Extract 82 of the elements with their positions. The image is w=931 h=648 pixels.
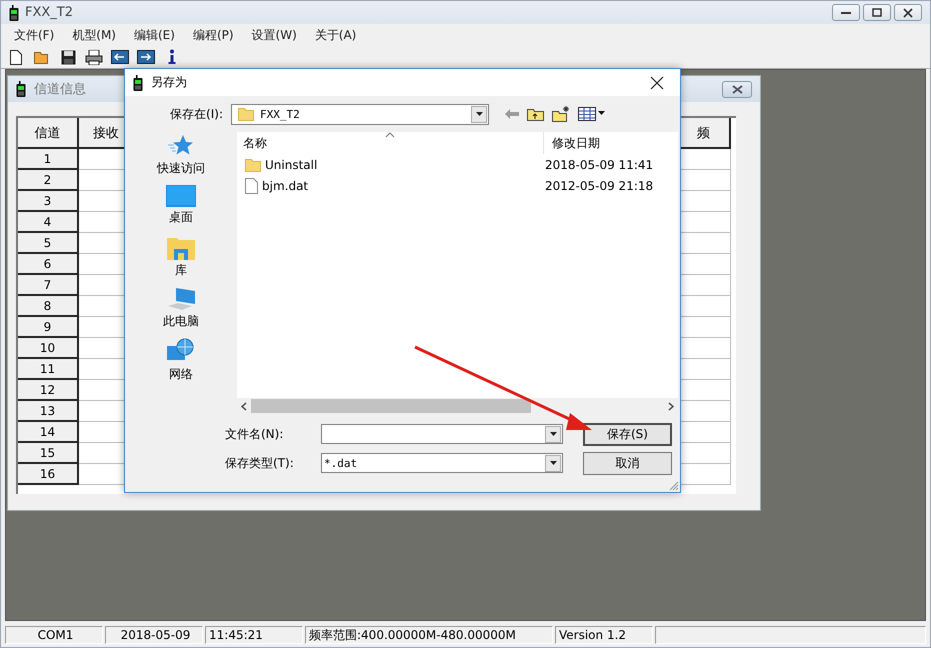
save-button[interactable]: 保存(S) bbox=[583, 422, 672, 446]
sort-caret-icon bbox=[385, 132, 395, 138]
caret-icon bbox=[550, 432, 556, 436]
library-icon bbox=[167, 236, 195, 260]
app-icon bbox=[9, 4, 19, 20]
close-button[interactable] bbox=[894, 4, 922, 21]
row-header: 8 bbox=[18, 296, 79, 317]
up-folder-icon[interactable] bbox=[527, 107, 544, 121]
close-icon bbox=[903, 8, 913, 18]
maximize-button[interactable] bbox=[863, 4, 891, 21]
file-name: Uninstall bbox=[265, 158, 318, 172]
desktop-icon bbox=[166, 185, 196, 207]
close-icon bbox=[732, 84, 742, 94]
status-pane: 频率范围:400.00000M-480.00000M bbox=[305, 626, 553, 644]
radio-icon bbox=[16, 81, 26, 97]
row-header: 3 bbox=[18, 191, 79, 212]
maximize-icon bbox=[872, 8, 882, 17]
dialog-title: 另存为 bbox=[151, 74, 187, 91]
print-icon[interactable] bbox=[85, 48, 103, 66]
place-item[interactable]: 此电脑 bbox=[163, 287, 199, 334]
row-header: 10 bbox=[18, 338, 79, 359]
read-icon[interactable] bbox=[111, 48, 129, 66]
file-row[interactable]: bjm.dat 2012-05-09 21:18 bbox=[237, 175, 678, 196]
write-icon[interactable] bbox=[137, 48, 155, 66]
file-name: bjm.dat bbox=[262, 178, 308, 192]
menu-item[interactable]: 编程(P) bbox=[184, 24, 243, 46]
scroll-left-icon[interactable] bbox=[241, 402, 247, 410]
status-pane: Version 1.2 bbox=[555, 626, 653, 644]
minimize-button[interactable] bbox=[832, 4, 860, 21]
row-header: 5 bbox=[18, 233, 79, 254]
scroll-right-icon[interactable] bbox=[668, 402, 674, 410]
menu-item[interactable]: 编辑(E) bbox=[124, 24, 184, 46]
menu-item[interactable]: 设置(W) bbox=[242, 24, 306, 46]
column-header[interactable]: 修改日期 bbox=[543, 132, 667, 154]
menu-item[interactable]: 关于(A) bbox=[306, 24, 366, 46]
status-pane: 2018-05-09 bbox=[105, 626, 203, 644]
new-document-icon[interactable] bbox=[7, 48, 25, 66]
menu-item[interactable]: 文件(F) bbox=[5, 24, 64, 46]
column-header[interactable]: 名称 bbox=[237, 134, 543, 152]
file-row[interactable]: Uninstall 2018-05-09 11:41 bbox=[237, 154, 678, 175]
close-button[interactable] bbox=[722, 80, 752, 98]
field-label: 保存类型(T): bbox=[225, 454, 295, 472]
status-pane: 11:45:21 bbox=[205, 626, 303, 644]
menu-item[interactable]: 机型(M) bbox=[63, 24, 125, 46]
row-header: 9 bbox=[18, 317, 79, 338]
row-header: 15 bbox=[18, 443, 79, 464]
minimize-icon bbox=[841, 10, 851, 14]
new-folder-icon[interactable] bbox=[552, 106, 570, 122]
filename-field[interactable] bbox=[321, 424, 563, 444]
row-header: 13 bbox=[18, 401, 79, 422]
field-label: 文件名(N): bbox=[225, 426, 284, 442]
row-header: 12 bbox=[18, 380, 79, 401]
save-icon[interactable] bbox=[59, 48, 77, 66]
horizontal-scrollbar[interactable] bbox=[237, 398, 678, 414]
location-dropdown[interactable]: FXX_T2 bbox=[231, 104, 489, 124]
file-date: 2018-05-09 11:41 bbox=[544, 158, 654, 172]
column-header: 信道 bbox=[18, 118, 79, 149]
cancel-button[interactable]: 取消 bbox=[583, 452, 672, 474]
child-window-title: 信道信息 bbox=[34, 81, 86, 98]
row-header: 2 bbox=[18, 170, 79, 191]
place-item[interactable]: 桌面 bbox=[166, 185, 196, 232]
row-header: 16 bbox=[18, 464, 79, 485]
file-type-dropdown[interactable]: *.dat bbox=[321, 453, 563, 473]
place-item[interactable]: 网络 bbox=[166, 338, 196, 385]
row-header: 6 bbox=[18, 254, 79, 275]
resize-grip-icon[interactable] bbox=[669, 481, 679, 491]
radio-icon bbox=[133, 74, 143, 90]
row-header: 7 bbox=[18, 275, 79, 296]
row-header: 1 bbox=[18, 149, 79, 170]
place-item[interactable]: 库 bbox=[167, 236, 195, 283]
file-date: 2012-05-09 21:18 bbox=[544, 178, 654, 192]
computer-icon bbox=[166, 287, 196, 311]
close-icon bbox=[650, 76, 664, 90]
status-pane: COM1 bbox=[5, 626, 103, 644]
window-title: FXX_T2 bbox=[25, 5, 74, 20]
row-header: 14 bbox=[18, 422, 79, 443]
row-header: 4 bbox=[18, 212, 79, 233]
folder-icon bbox=[238, 107, 254, 121]
file-icon bbox=[245, 178, 258, 194]
view-menu-icon[interactable] bbox=[578, 107, 606, 121]
column-header: 频 bbox=[678, 118, 731, 149]
row-header: 11 bbox=[18, 359, 79, 380]
